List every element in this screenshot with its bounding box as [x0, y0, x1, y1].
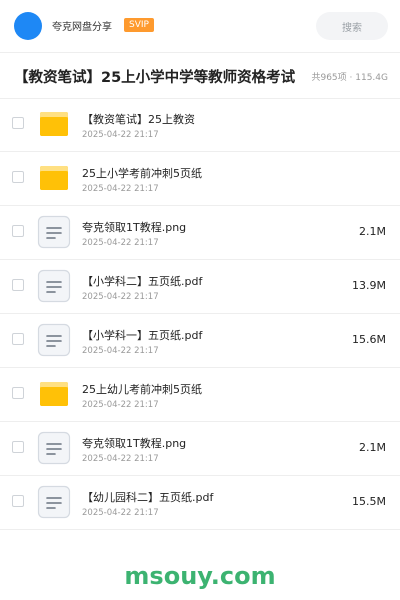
watermark: msouy.com [124, 562, 276, 590]
folder-title-bar: 【教资笔试】25上小学中学等教师资格考试 共965项 · 115.4G [0, 52, 400, 99]
file-name: 夸克领取1T教程.png [82, 221, 187, 234]
document-icon [36, 268, 72, 304]
file-date: 2025-04-22 21:17 [82, 454, 159, 464]
row-checkbox[interactable] [12, 225, 24, 237]
document-icon [36, 214, 72, 250]
page-title: 【教资笔试】25上小学中学等教师资格考试 [14, 70, 296, 86]
file-row[interactable]: 【教资笔试】25上教资 2025-04-22 21:17 [0, 98, 400, 152]
file-size: 13.9M [352, 279, 386, 292]
file-name: 夸克领取1T教程.png [82, 437, 187, 450]
row-checkbox[interactable] [12, 117, 24, 129]
row-checkbox[interactable] [12, 279, 24, 291]
document-icon [36, 484, 72, 520]
folder-stats: 共965项 · 115.4G [311, 73, 388, 83]
file-size: 2.1M [359, 441, 386, 454]
folder-icon [36, 160, 72, 196]
file-size: 15.5M [352, 495, 386, 508]
file-row[interactable]: 【幼儿园科二】五页纸.pdf 2025-04-22 21:17 15.5M [0, 476, 400, 530]
row-checkbox[interactable] [12, 333, 24, 345]
file-date: 2025-04-22 21:17 [82, 130, 159, 140]
file-date: 2025-04-22 21:17 [82, 400, 159, 410]
file-name: 【小学科一】五页纸.pdf [82, 329, 203, 342]
file-date: 2025-04-22 21:17 [82, 346, 159, 356]
header: 夸克网盘分享 SVIP 搜索 [0, 0, 400, 53]
file-date: 2025-04-22 21:17 [82, 238, 159, 248]
file-name: 【小学科二】五页纸.pdf [82, 275, 203, 288]
file-date: 2025-04-22 21:17 [82, 292, 159, 302]
document-icon [36, 430, 72, 466]
avatar[interactable] [14, 12, 42, 40]
file-name: 25上小学考前冲刺5页纸 [82, 167, 202, 180]
file-name: 25上幼儿考前冲刺5页纸 [82, 383, 202, 396]
folder-icon [36, 106, 72, 142]
file-size: 15.6M [352, 333, 386, 346]
file-row[interactable]: 【小学科一】五页纸.pdf 2025-04-22 21:17 15.6M [0, 314, 400, 368]
file-row[interactable]: 夸克领取1T教程.png 2025-04-22 21:17 2.1M [0, 206, 400, 260]
search-input[interactable]: 搜索 [316, 12, 388, 40]
file-date: 2025-04-22 21:17 [82, 184, 159, 194]
file-name: 【教资笔试】25上教资 [82, 113, 195, 126]
row-checkbox[interactable] [12, 441, 24, 453]
row-checkbox[interactable] [12, 495, 24, 507]
search-placeholder: 搜索 [342, 22, 362, 34]
folder-icon [36, 376, 72, 412]
file-size: 2.1M [359, 225, 386, 238]
file-name: 【幼儿园科二】五页纸.pdf [82, 491, 214, 504]
file-row[interactable]: 夸克领取1T教程.png 2025-04-22 21:17 2.1M [0, 422, 400, 476]
file-row[interactable]: 25上幼儿考前冲刺5页纸 2025-04-22 21:17 [0, 368, 400, 422]
file-date: 2025-04-22 21:17 [82, 508, 159, 518]
row-checkbox[interactable] [12, 171, 24, 183]
file-row[interactable]: 【小学科二】五页纸.pdf 2025-04-22 21:17 13.9M [0, 260, 400, 314]
row-checkbox[interactable] [12, 387, 24, 399]
file-row[interactable]: 25上小学考前冲刺5页纸 2025-04-22 21:17 [0, 152, 400, 206]
document-icon [36, 322, 72, 358]
svip-badge: SVIP [124, 18, 154, 32]
file-list: 【教资笔试】25上教资 2025-04-22 21:17 25上小学考前冲刺5页纸 2… [0, 98, 400, 530]
user-name: 夸克网盘分享 [52, 22, 112, 33]
